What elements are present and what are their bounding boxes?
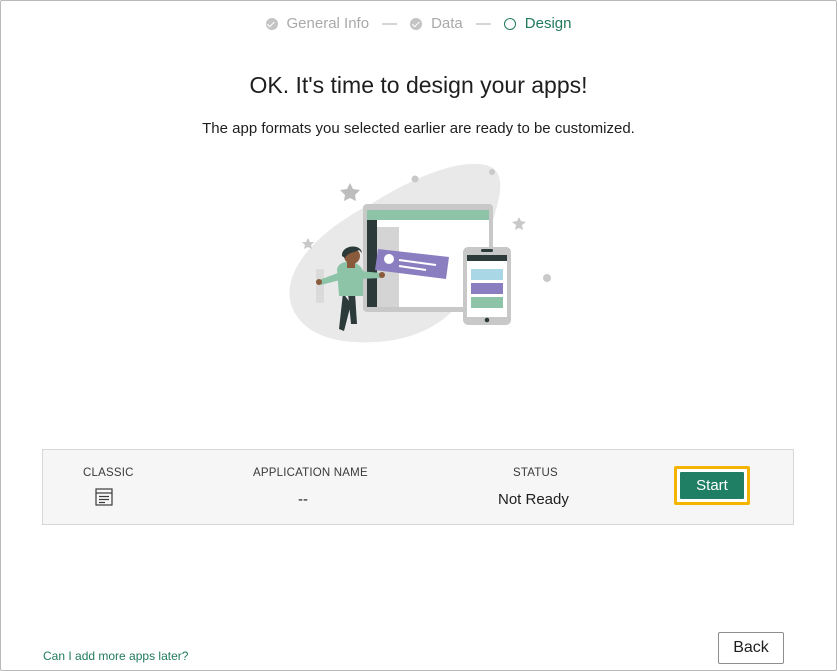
design-illustration <box>289 163 551 343</box>
apps-table: CLASSIC APPLICATION NAME -- STATUS Not R… <box>42 449 794 525</box>
circle-icon <box>503 17 516 30</box>
step-design: Design <box>503 15 572 32</box>
column-header-status: STATUS <box>513 467 558 479</box>
step-separator: — <box>475 15 491 32</box>
wizard-window: General Info — Data — Design OK. It's ti… <box>0 0 837 671</box>
star-icon <box>512 217 526 230</box>
page-subtitle: The app formats you selected earlier are… <box>202 120 635 137</box>
column-header-application-name: APPLICATION NAME <box>253 467 368 479</box>
start-button[interactable]: Start <box>680 472 744 499</box>
step-separator: — <box>382 15 398 32</box>
star-icon <box>340 183 360 201</box>
add-more-apps-help-link[interactable]: Can I add more apps later? <box>43 649 188 663</box>
page-title: OK. It's time to design your apps! <box>249 72 588 98</box>
step-label: Data <box>431 15 463 32</box>
status-value: Not Ready <box>498 491 569 508</box>
step-label: General Info <box>286 15 370 32</box>
start-button-highlight: Start <box>674 466 750 505</box>
step-general-info: General Info <box>265 15 370 32</box>
form-icon <box>95 488 113 506</box>
back-button[interactable]: Back <box>718 632 784 664</box>
stepper: General Info — Data — Design <box>1 15 836 32</box>
step-label: Design <box>524 15 572 32</box>
step-data: Data <box>410 15 463 32</box>
check-circle-icon <box>265 17 278 30</box>
column-header-classic: CLASSIC <box>83 467 134 479</box>
application-name-value: -- <box>298 491 308 508</box>
check-circle-icon <box>410 17 423 30</box>
